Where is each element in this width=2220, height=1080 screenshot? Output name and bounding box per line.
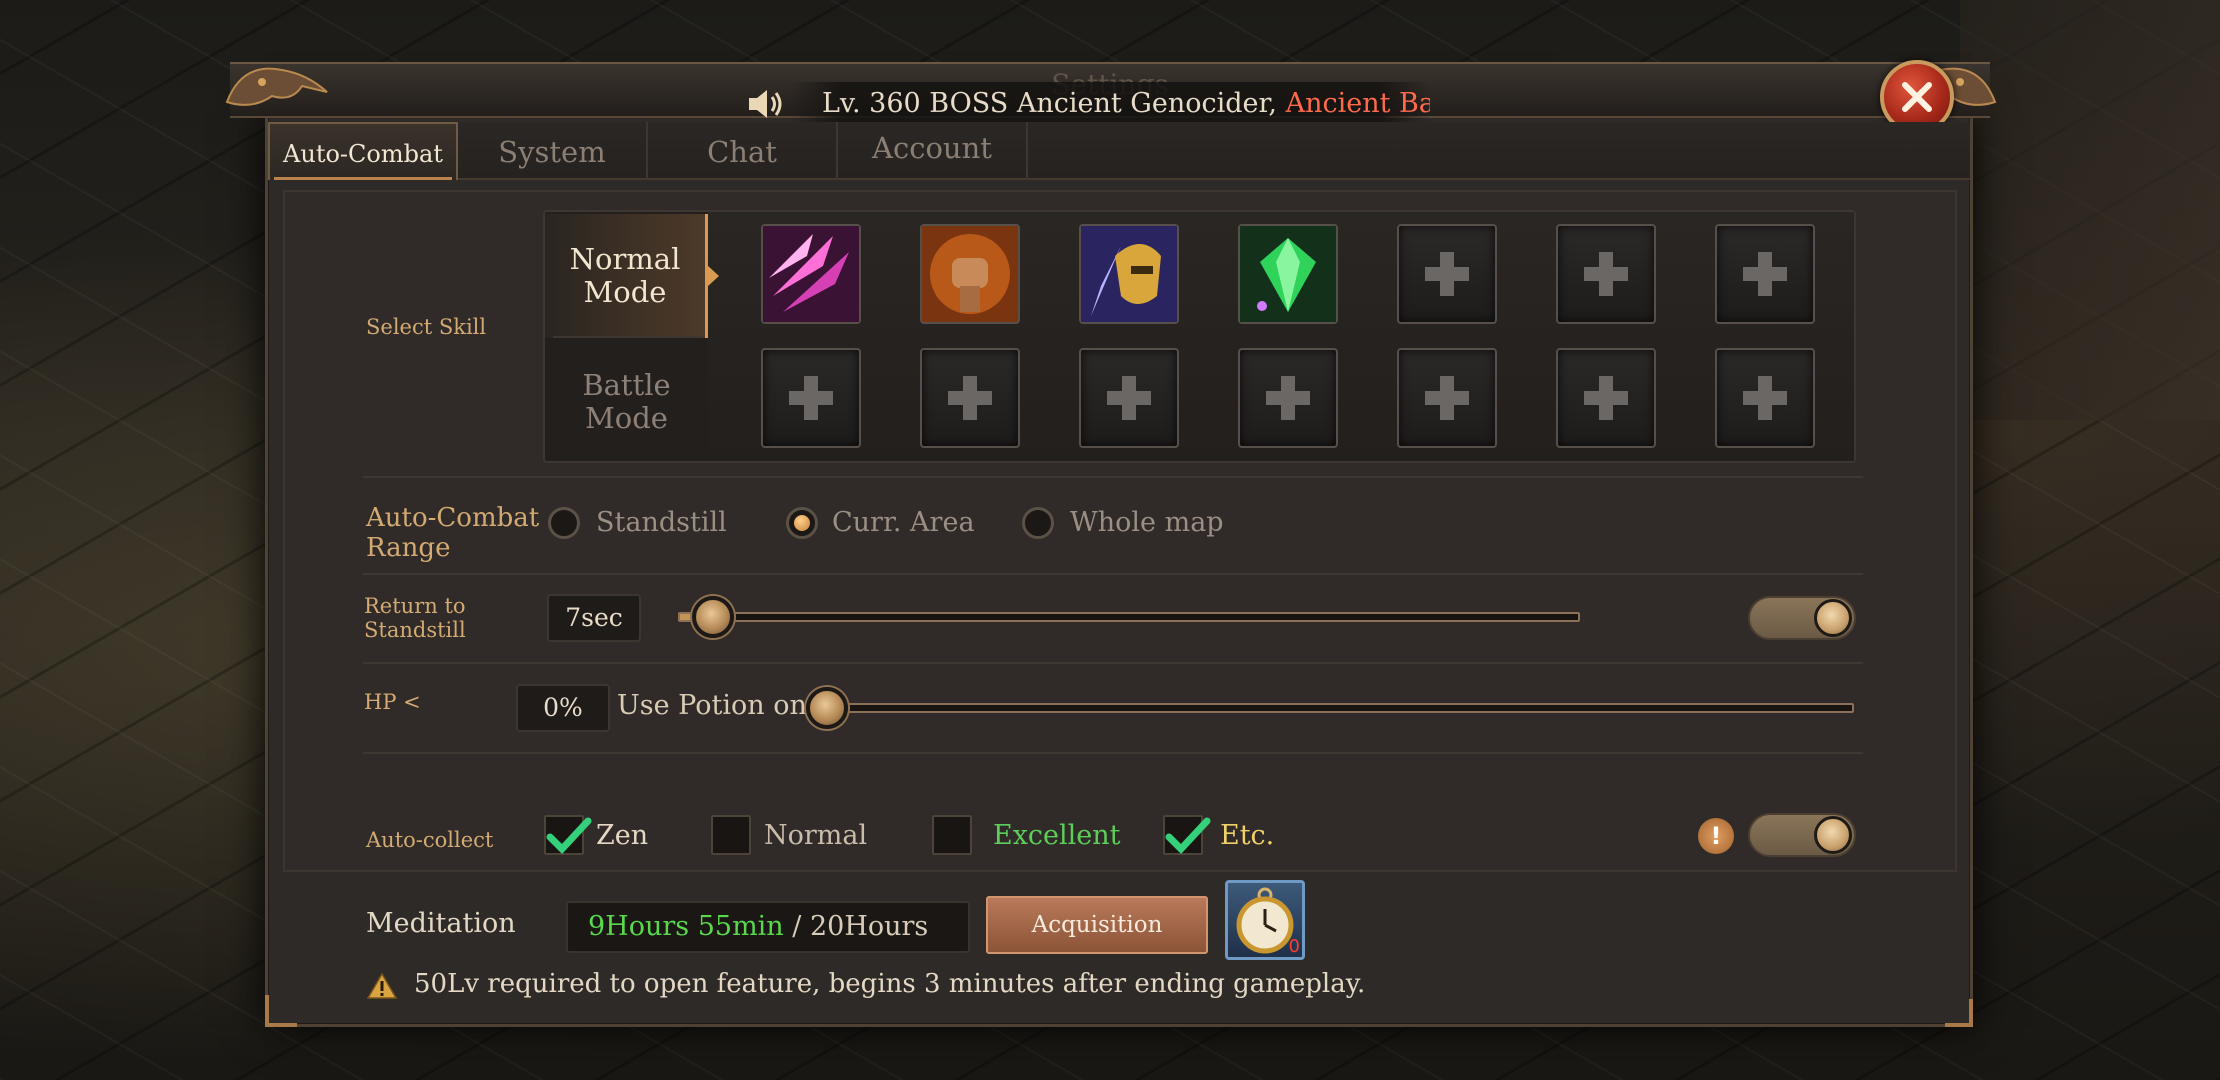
acquisition-button[interactable]: Acquisition [986, 896, 1208, 954]
battle-skill-slot-empty[interactable] [1715, 348, 1815, 448]
return-slider-handle[interactable] [692, 596, 735, 638]
battle-skill-slot-empty[interactable] [1397, 348, 1497, 448]
mode-divider [553, 336, 703, 338]
meditation-time-box: 9Hours 55min / 20Hours [566, 901, 970, 953]
warning-icon [366, 972, 398, 999]
plus-icon [1743, 252, 1787, 296]
whole-map-option-label: Whole map [1070, 507, 1224, 538]
meditation-label: Meditation [366, 908, 516, 939]
normal-mode-label: Normal Mode [569, 242, 681, 309]
auto-combat-range-label: Auto-Combat Range [366, 503, 540, 563]
standstill-option-label: Standstill [596, 507, 727, 538]
plus-icon [789, 376, 833, 420]
skill-slot-golden-knight[interactable] [1079, 224, 1179, 324]
tab-bar: Auto-Combat System Chat Account [268, 122, 1970, 180]
toggle-knob [1814, 816, 1852, 854]
hp-slider-handle[interactable] [806, 687, 848, 729]
use-potion-label: Use Potion on [617, 690, 807, 721]
meditation-current-time: 9Hours 55min [588, 911, 784, 942]
excellent-label: Excellent [993, 820, 1121, 851]
corner-ornament [1945, 999, 1973, 1027]
battle-mode-tab[interactable]: Battle Mode [545, 340, 708, 464]
select-skill-label: Select Skill [366, 315, 487, 339]
pink-blades-skill-icon [763, 226, 859, 322]
checkbox-etc[interactable] [1163, 815, 1211, 855]
fist-skill-icon [922, 226, 1018, 322]
auto-collect-toggle[interactable] [1748, 813, 1856, 857]
radio-standstill[interactable] [548, 507, 580, 539]
checkbox-normal[interactable] [711, 815, 751, 855]
battle-skill-slot-empty[interactable] [761, 348, 861, 448]
skill-slot-empty[interactable] [1556, 224, 1656, 324]
plus-icon [948, 376, 992, 420]
skill-slot-empty[interactable] [1397, 224, 1497, 324]
watch-count: 0 [1288, 936, 1300, 957]
battle-mode-label: Battle Mode [582, 368, 671, 435]
tab-account[interactable]: Account [838, 122, 1028, 180]
ticker-text: Lv. 360 BOSS Ancient Genocider, [822, 88, 1278, 119]
battle-skill-slot-empty[interactable] [920, 348, 1020, 448]
boss-announcement-ticker: Lv. 360 BOSS Ancient Genocider, Ancient … [790, 82, 1430, 126]
pocket-watch-item[interactable]: 0 [1225, 880, 1305, 960]
radio-curr-area[interactable] [786, 507, 818, 539]
plus-icon [1584, 252, 1628, 296]
section-divider [363, 573, 1863, 575]
return-to-standstill-label: Return to Standstill [364, 594, 466, 642]
hp-threshold-label: HP < [364, 690, 421, 714]
hp-percent-value: 0% [516, 684, 610, 732]
radio-whole-map[interactable] [1022, 507, 1054, 539]
skill-slot-green-gem[interactable] [1238, 224, 1338, 324]
close-icon [1902, 82, 1932, 112]
etc-label: Etc. [1220, 820, 1275, 851]
plus-icon [1107, 376, 1151, 420]
skill-slot-fist[interactable] [920, 224, 1020, 324]
section-divider [363, 662, 1863, 664]
ticker-highlight: Ancient Battle [1285, 88, 1430, 119]
checkmark-icon [1165, 817, 1211, 855]
tab-chat[interactable]: Chat [648, 122, 838, 180]
skill-slot-pink-blades[interactable] [761, 224, 861, 324]
checkbox-excellent[interactable] [932, 815, 972, 855]
return-time-slider[interactable] [678, 612, 1580, 622]
tab-system[interactable]: System [458, 122, 648, 180]
section-divider [363, 476, 1863, 478]
normal-label: Normal [764, 820, 868, 851]
green-gem-skill-icon [1240, 226, 1336, 322]
skill-slot-empty[interactable] [1715, 224, 1815, 324]
meditation-max-time: 20Hours [809, 911, 929, 942]
curr-area-option-label: Curr. Area [832, 507, 975, 538]
checkbox-zen[interactable] [544, 815, 592, 855]
toggle-knob [1814, 599, 1852, 637]
plus-icon [1266, 376, 1310, 420]
plus-icon [1425, 252, 1469, 296]
plus-icon [1425, 376, 1469, 420]
golden-knight-skill-icon [1081, 226, 1177, 322]
normal-mode-tab[interactable]: Normal Mode [545, 214, 719, 338]
auto-collect-label: Auto-collect [366, 828, 494, 852]
battle-skill-slot-empty[interactable] [1556, 348, 1656, 448]
return-time-value: 7sec [547, 594, 641, 642]
battle-skill-slot-empty[interactable] [1079, 348, 1179, 448]
battle-skill-slot-empty[interactable] [1238, 348, 1338, 448]
section-divider [363, 752, 1863, 754]
return-standstill-toggle[interactable] [1748, 596, 1856, 640]
zen-label: Zen [596, 820, 649, 851]
meditation-warning-text: 50Lv required to open feature, begins 3 … [414, 969, 1366, 999]
plus-icon [1743, 376, 1787, 420]
speaker-icon [749, 90, 782, 118]
info-icon[interactable]: ! [1698, 818, 1734, 854]
dragon-ornament-left-icon [225, 67, 328, 106]
checkmark-icon [546, 817, 592, 855]
plus-icon [1584, 376, 1628, 420]
tab-auto-combat[interactable]: Auto-Combat [268, 122, 458, 180]
hp-potion-slider[interactable] [810, 703, 1854, 713]
meditation-separator: / [783, 911, 810, 942]
